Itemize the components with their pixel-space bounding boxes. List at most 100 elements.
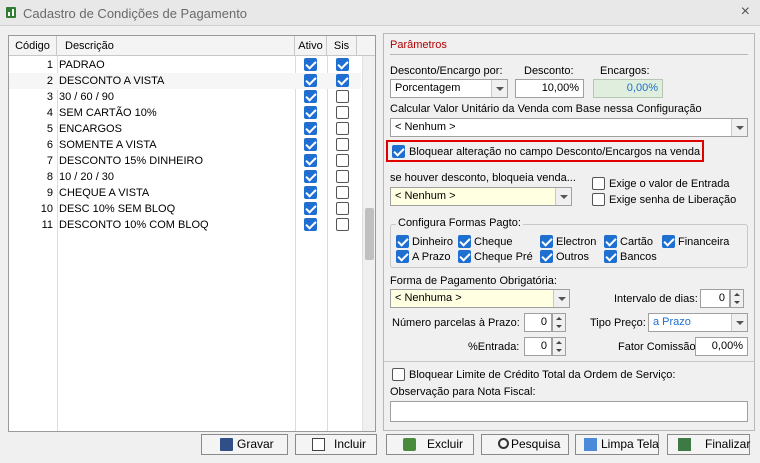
parcelas-label: Número parcelas à Prazo: — [392, 317, 520, 329]
table-row[interactable]: 7 DESCONTO 15% DINHEIRO — [9, 153, 361, 169]
cell-descricao: 10 / 20 / 30 — [59, 171, 115, 183]
ativo-checkbox[interactable] — [304, 186, 317, 199]
forma-obrig-select[interactable]: < Nenhuma > — [390, 289, 570, 308]
table-row[interactable]: 2 DESCONTO A VISTA — [9, 73, 361, 89]
table-row[interactable]: 3 30 / 60 / 90 — [9, 89, 361, 105]
fator-input[interactable]: 0,00% — [695, 337, 748, 356]
forma-label: A Prazo — [412, 251, 451, 263]
sis-checkbox[interactable] — [336, 170, 349, 183]
header-ativo[interactable]: Ativo — [295, 36, 327, 56]
chevron-down-icon[interactable] — [555, 188, 571, 205]
bloquear-checkbox[interactable] — [392, 145, 405, 158]
forma-checkbox-outros[interactable] — [540, 250, 553, 263]
forma-label: Dinheiro — [412, 236, 453, 248]
close-icon[interactable]: × — [741, 3, 750, 21]
bloquear-limite-label: Bloquear Limite de Crédito Total da Orde… — [409, 369, 676, 381]
grid-scrollbar[interactable] — [362, 56, 375, 431]
obs-input[interactable] — [390, 401, 748, 422]
table-row[interactable]: 9 CHEQUE A VISTA — [9, 185, 361, 201]
finalizar-label: Finalizar — [705, 437, 751, 451]
se-houver-select[interactable]: < Nenhum > — [390, 187, 572, 206]
table-row[interactable]: 11 DESCONTO 10% COM BLOQ — [9, 217, 361, 233]
sis-checkbox[interactable] — [336, 154, 349, 167]
finalizar-button[interactable]: Finalizar — [667, 434, 750, 455]
gravar-button[interactable]: Gravar — [201, 434, 288, 455]
ativo-checkbox[interactable] — [304, 122, 317, 135]
forma-checkbox-cheque[interactable] — [458, 235, 471, 248]
limpa-tela-button[interactable]: Limpa Tela — [575, 434, 659, 455]
ativo-checkbox[interactable] — [304, 138, 317, 151]
forma-checkbox-bancos[interactable] — [604, 250, 617, 263]
intervalo-spin-icon[interactable] — [730, 289, 744, 308]
chevron-down-icon[interactable] — [731, 314, 747, 331]
chevron-down-icon[interactable] — [491, 80, 507, 97]
calc-select[interactable]: < Nenhum > — [390, 118, 748, 137]
cell-codigo: 10 — [40, 203, 53, 215]
parcelas-input[interactable]: 0 — [524, 313, 552, 332]
table-row[interactable]: 1 PADRAO — [9, 57, 361, 73]
intervalo-input[interactable]: 0 — [700, 289, 730, 308]
parameters-title: Parâmetros — [390, 39, 447, 51]
sis-checkbox[interactable] — [336, 218, 349, 231]
exige-senha-label: Exige senha de Liberação — [609, 194, 737, 206]
sis-checkbox[interactable] — [336, 202, 349, 215]
forma-label: Cheque Pré — [474, 251, 533, 263]
forma-checkbox-financeira[interactable] — [662, 235, 675, 248]
pesquisa-button[interactable]: Pesquisa — [481, 434, 569, 455]
chevron-down-icon[interactable] — [731, 119, 747, 136]
entrada-spin-icon[interactable] — [552, 337, 566, 356]
sis-checkbox[interactable] — [336, 74, 349, 87]
payment-conditions-grid[interactable]: Código Descrição Ativo Sis 1 PADRAO 2 DESCO… — [8, 35, 376, 432]
forma-checkbox-cartao[interactable] — [604, 235, 617, 248]
sis-checkbox[interactable] — [336, 90, 349, 103]
ativo-checkbox[interactable] — [304, 218, 317, 231]
sis-checkbox[interactable] — [336, 58, 349, 71]
header-descricao[interactable]: Descrição — [57, 36, 295, 56]
cell-codigo: 8 — [46, 171, 53, 183]
desconto-input[interactable]: 10,00% — [515, 79, 584, 98]
pesquisa-label: Pesquisa — [511, 437, 561, 451]
sis-checkbox[interactable] — [336, 106, 349, 119]
encargos-input[interactable]: 0,00% — [593, 79, 663, 98]
sis-checkbox[interactable] — [336, 122, 349, 135]
ativo-checkbox[interactable] — [304, 170, 317, 183]
exige-entrada-checkbox[interactable] — [592, 177, 605, 190]
sis-checkbox[interactable] — [336, 138, 349, 151]
bloquear-limite-checkbox[interactable] — [392, 368, 405, 381]
tipo-preco-select[interactable]: a Prazo — [648, 313, 748, 332]
cell-descricao: CHEQUE A VISTA — [59, 187, 150, 199]
parcelas-spin-icon[interactable] — [552, 313, 566, 332]
table-row[interactable]: 6 SOMENTE A VISTA — [9, 137, 361, 153]
ativo-checkbox[interactable] — [304, 58, 317, 71]
ativo-checkbox[interactable] — [304, 74, 317, 87]
desc-enc-select[interactable]: Porcentagem — [390, 79, 508, 98]
forma-checkbox-dinheiro[interactable] — [396, 235, 409, 248]
bloquear-label: Bloquear alteração no campo Desconto/Enc… — [409, 146, 701, 158]
sis-checkbox[interactable] — [336, 186, 349, 199]
header-sis[interactable]: Sis — [327, 36, 357, 56]
ativo-checkbox[interactable] — [304, 154, 317, 167]
forma-checkbox-a-prazo[interactable] — [396, 250, 409, 263]
table-row[interactable]: 8 10 / 20 / 30 — [9, 169, 361, 185]
cell-codigo: 9 — [46, 187, 53, 199]
exige-senha-checkbox[interactable] — [592, 193, 605, 206]
excluir-button[interactable]: Excluir — [386, 434, 474, 455]
ativo-checkbox[interactable] — [304, 202, 317, 215]
cell-codigo: 6 — [46, 139, 53, 151]
scrollbar-thumb[interactable] — [365, 208, 374, 260]
cell-descricao: PADRAO — [59, 59, 105, 71]
ativo-checkbox[interactable] — [304, 106, 317, 119]
se-houver-label: se houver desconto, bloqueia venda... — [390, 172, 576, 184]
gravar-label: Gravar — [237, 437, 274, 451]
entrada-input[interactable]: 0 — [524, 337, 552, 356]
table-row[interactable]: 5 ENCARGOS — [9, 121, 361, 137]
chevron-down-icon[interactable] — [553, 290, 569, 307]
header-codigo[interactable]: Código — [9, 36, 57, 56]
fator-label: Fator Comissão: — [618, 341, 699, 353]
incluir-button[interactable]: Incluir — [295, 434, 377, 455]
forma-checkbox-cheque-pre[interactable] — [458, 250, 471, 263]
forma-checkbox-electron[interactable] — [540, 235, 553, 248]
ativo-checkbox[interactable] — [304, 90, 317, 103]
table-row[interactable]: 4 SEM CARTÃO 10% — [9, 105, 361, 121]
table-row[interactable]: 10 DESC 10% SEM BLOQ — [9, 201, 361, 217]
